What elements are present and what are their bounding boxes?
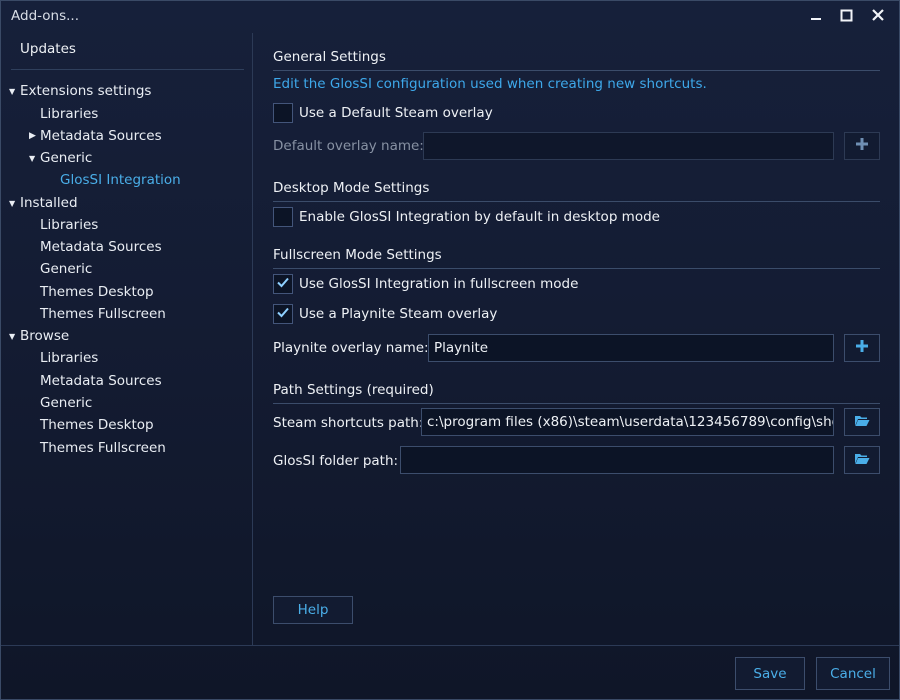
desktop-enable-checkbox-row[interactable]: Enable GlosSI Integration by default in … (273, 207, 660, 227)
caret-down-icon: ▼ (9, 198, 16, 208)
tree-label: Metadata Sources (40, 128, 162, 144)
tree-item-inst-themes-desktop[interactable]: Themes Desktop (40, 284, 154, 300)
section-title-fullscreen: Fullscreen Mode Settings (273, 247, 442, 263)
tree-label: Extensions settings (20, 83, 152, 99)
tree-item-br-libraries[interactable]: Libraries (40, 350, 98, 366)
tree-item-br-themes-desktop[interactable]: Themes Desktop (40, 417, 154, 433)
sidebar: Updates ▼ Extensions settings Libraries … (1, 33, 253, 645)
sidebar-item-updates[interactable]: Updates (20, 41, 76, 57)
tree-node-extensions-settings[interactable]: ▼ Extensions settings (9, 83, 151, 99)
use-glossi-label: Use GlosSI Integration in fullscreen mod… (299, 276, 579, 292)
playnite-overlay-label: Use a Playnite Steam overlay (299, 306, 498, 322)
tree-label: Metadata Sources (40, 239, 162, 255)
tree-label: Themes Desktop (40, 417, 154, 433)
tree-item-inst-libraries[interactable]: Libraries (40, 217, 98, 233)
steam-shortcuts-input[interactable]: c:\program files (x86)\steam\userdata\12… (421, 408, 834, 436)
default-overlay-checkbox[interactable] (273, 103, 293, 123)
caret-down-icon: ▼ (29, 153, 36, 163)
glossi-folder-input[interactable] (400, 446, 834, 474)
maximize-icon (840, 9, 853, 26)
addons-window: Add-ons... Updates ▼ Extensions settings… (0, 0, 900, 700)
tree-item-ext-libraries[interactable]: Libraries (40, 106, 98, 122)
sidebar-divider (11, 69, 244, 70)
tree-label: Generic (40, 261, 93, 277)
section-divider (273, 268, 880, 269)
tree-item-inst-themes-fullscreen[interactable]: Themes Fullscreen (40, 306, 166, 322)
tree-item-br-metadata-sources[interactable]: Metadata Sources (40, 373, 162, 389)
browse-steam-shortcuts-button[interactable] (844, 408, 880, 436)
help-button[interactable]: Help (273, 596, 353, 624)
checkmark-icon (276, 275, 290, 293)
tree-item-inst-metadata-sources[interactable]: Metadata Sources (40, 239, 162, 255)
caret-right-icon: ▶ (29, 131, 36, 141)
steam-shortcuts-label: Steam shortcuts path: (273, 415, 424, 431)
tree-node-ext-metadata-sources[interactable]: ▶ Metadata Sources (29, 128, 162, 144)
tree-node-browse[interactable]: ▼ Browse (9, 328, 69, 344)
title-bar: Add-ons... (1, 1, 899, 33)
playnite-overlay-checkbox-row[interactable]: Use a Playnite Steam overlay (273, 304, 497, 324)
use-glossi-checkbox[interactable] (273, 274, 293, 294)
folder-open-icon (854, 414, 870, 431)
add-playnite-overlay-button[interactable] (844, 334, 880, 362)
tree-item-inst-generic[interactable]: Generic (40, 261, 92, 277)
tree-label: Libraries (40, 350, 99, 366)
tree-label: Browse (20, 328, 70, 344)
desktop-enable-label: Enable GlosSI Integration by default in … (299, 209, 660, 225)
default-overlay-label: Use a Default Steam overlay (299, 105, 493, 121)
minimize-icon (810, 9, 822, 25)
tree-node-installed[interactable]: ▼ Installed (9, 195, 78, 211)
tree-item-br-generic[interactable]: Generic (40, 395, 92, 411)
plus-icon (855, 339, 869, 357)
playnite-overlay-checkbox[interactable] (273, 304, 293, 324)
section-title-desktop: Desktop Mode Settings (273, 180, 430, 196)
maximize-button[interactable] (831, 5, 861, 29)
tree-label: Metadata Sources (40, 373, 162, 389)
tree-item-glossi-integration[interactable]: GlosSI Integration (60, 172, 181, 188)
tree-label: Generic (40, 395, 93, 411)
tree-label: Libraries (40, 106, 99, 122)
plus-icon (855, 137, 869, 155)
caret-down-icon: ▼ (9, 331, 16, 341)
use-glossi-checkbox-row[interactable]: Use GlosSI Integration in fullscreen mod… (273, 274, 578, 294)
default-overlay-name-label: Default overlay name: (273, 138, 424, 154)
tree-label: Themes Desktop (40, 284, 154, 300)
default-overlay-checkbox-row[interactable]: Use a Default Steam overlay (273, 103, 493, 123)
section-title-general: General Settings (273, 49, 386, 65)
tree-label: Installed (20, 195, 78, 211)
glossi-folder-label: GlosSI folder path: (273, 453, 399, 469)
default-overlay-name-input[interactable] (423, 132, 834, 160)
section-title-paths: Path Settings (required) (273, 382, 434, 398)
tree-label: Libraries (40, 217, 99, 233)
cancel-button[interactable]: Cancel (816, 657, 890, 690)
save-button[interactable]: Save (735, 657, 805, 690)
section-divider (273, 403, 880, 404)
caret-down-icon: ▼ (9, 86, 16, 96)
desktop-enable-checkbox[interactable] (273, 207, 293, 227)
section-divider (273, 70, 880, 71)
folder-open-icon (854, 452, 870, 469)
close-icon (871, 8, 885, 26)
tree-label: Themes Fullscreen (40, 306, 166, 322)
info-text: Edit the GlosSI configuration used when … (273, 76, 707, 92)
tree-label: Generic (40, 150, 93, 166)
playnite-overlay-name-label: Playnite overlay name: (273, 340, 429, 356)
playnite-overlay-name-input[interactable]: Playnite (428, 334, 834, 362)
add-default-overlay-button[interactable] (844, 132, 880, 160)
dialog-footer: Save Cancel (1, 645, 899, 699)
tree-item-br-themes-fullscreen[interactable]: Themes Fullscreen (40, 440, 166, 456)
tree-label: GlosSI Integration (60, 172, 181, 188)
close-button[interactable] (863, 5, 893, 29)
minimize-button[interactable] (801, 5, 831, 29)
tree-label: Themes Fullscreen (40, 440, 166, 456)
window-title: Add-ons... (11, 8, 79, 24)
section-divider (273, 201, 880, 202)
settings-panel: General Settings Edit the GlosSI configu… (254, 33, 899, 645)
tree-node-ext-generic[interactable]: ▼ Generic (29, 150, 92, 166)
browse-glossi-folder-button[interactable] (844, 446, 880, 474)
checkmark-icon (276, 305, 290, 323)
